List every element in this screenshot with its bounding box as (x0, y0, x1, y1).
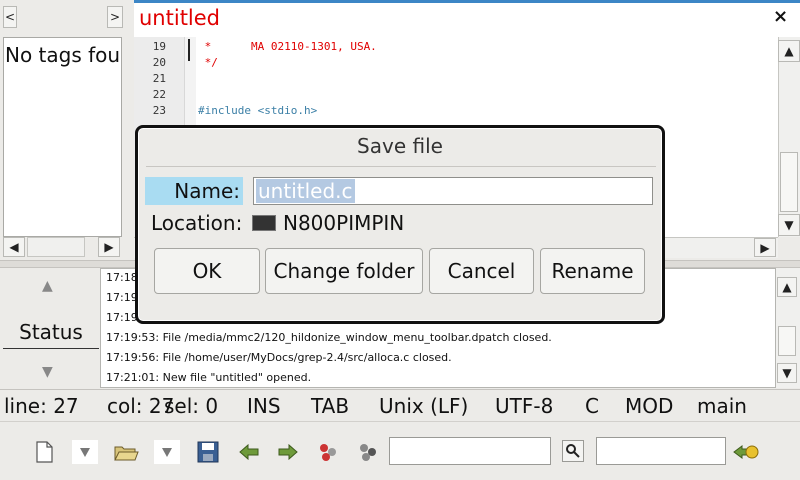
filename-selected-text[interactable]: untitled.c (256, 179, 355, 203)
fold-marker (188, 39, 190, 61)
list-item: 17:19:56: File /home/user/MyDocs/grep-2.… (106, 351, 452, 364)
list-item: 17:19:53: File /media/mmc2/120_hildonize… (106, 331, 552, 344)
ok-button[interactable]: OK (154, 248, 260, 294)
editor-vscroll-thumb[interactable] (780, 152, 798, 212)
tags-next-button[interactable]: > (107, 6, 123, 28)
search-icon[interactable] (562, 440, 584, 462)
goto-icon[interactable] (733, 440, 759, 464)
build-icon[interactable] (356, 440, 380, 464)
tags-scroll-thumb[interactable] (27, 237, 85, 257)
compile-icon[interactable] (316, 440, 340, 464)
status-sel: sel: 0 (164, 394, 219, 418)
status-down-icon[interactable]: ▼ (42, 364, 53, 380)
tags-prev-button[interactable]: < (3, 6, 17, 28)
back-icon[interactable] (237, 440, 261, 464)
document-tab-title[interactable]: untitled (139, 6, 220, 30)
no-tags-message: No tags fou (5, 43, 121, 67)
new-file-icon[interactable] (32, 440, 56, 464)
tags-scroll-left[interactable]: ◀ (3, 237, 25, 257)
list-item: 17:19 (106, 311, 138, 324)
line-number: 21 (152, 72, 166, 85)
list-item: 17:18 (106, 271, 138, 284)
forward-icon[interactable] (276, 440, 300, 464)
open-folder-icon[interactable] (113, 440, 139, 464)
tags-scroll-right[interactable]: ▶ (98, 237, 120, 257)
location-value[interactable]: N800PIMPIN (283, 211, 404, 235)
status-line: line: 27 (4, 394, 79, 418)
name-label: Name: (174, 179, 240, 203)
tags-list[interactable] (3, 37, 122, 237)
status-indent: TAB (311, 394, 350, 418)
cancel-button[interactable]: Cancel (429, 248, 534, 294)
next-label: > (109, 10, 121, 24)
change-folder-button[interactable]: Change folder (265, 248, 423, 294)
scroll-up-icon[interactable]: ▲ (778, 40, 800, 62)
line-number: 22 (152, 88, 166, 101)
rename-button[interactable]: Rename (540, 248, 645, 294)
cancel-label: Cancel (447, 259, 516, 283)
list-item: 17:21:01: New file "untitled" opened. (106, 371, 312, 384)
status-filetype: C (585, 394, 599, 418)
ok-label: OK (192, 259, 222, 283)
status-encoding: UTF-8 (495, 394, 554, 418)
line-number: 19 (152, 40, 166, 53)
open-dropdown-icon[interactable] (154, 440, 180, 464)
status-modified: MOD (625, 394, 674, 418)
dialog-separator (146, 166, 656, 167)
editor-tab-bar (134, 3, 800, 37)
line-number: 20 (152, 56, 166, 69)
msg-scroll-thumb[interactable] (778, 326, 796, 356)
msg-scroll-down-icon[interactable]: ▼ (777, 363, 797, 383)
prev-label: < (4, 10, 16, 24)
status-scope: main (697, 394, 747, 418)
status-mode: INS (247, 394, 281, 418)
status-up-icon[interactable]: ▲ (42, 278, 53, 294)
code-line: * MA 02110-1301, USA. (198, 40, 377, 53)
line-number: 23 (152, 104, 166, 117)
save-icon[interactable] (196, 440, 220, 464)
list-item: 17:19 (106, 291, 138, 304)
goto-line-input[interactable] (596, 437, 726, 465)
memory-card-icon (252, 215, 276, 231)
dialog-title: Save file (357, 134, 443, 158)
status-eol: Unix (LF) (379, 394, 469, 418)
scroll-down-icon[interactable]: ▼ (778, 214, 800, 236)
msg-scroll-up-icon[interactable]: ▲ (777, 277, 797, 297)
code-line: */ (198, 56, 218, 69)
scroll-right-icon[interactable]: ▶ (754, 238, 776, 257)
rename-label: Rename (551, 259, 634, 283)
change-folder-label: Change folder (273, 259, 415, 283)
new-dropdown-icon[interactable] (72, 440, 98, 464)
close-tab-icon[interactable]: × (773, 6, 788, 27)
search-input[interactable] (389, 437, 551, 465)
status-tab-label[interactable]: Status (3, 320, 99, 349)
location-label: Location: (151, 211, 243, 235)
code-line: #include <stdio.h> (198, 104, 318, 117)
